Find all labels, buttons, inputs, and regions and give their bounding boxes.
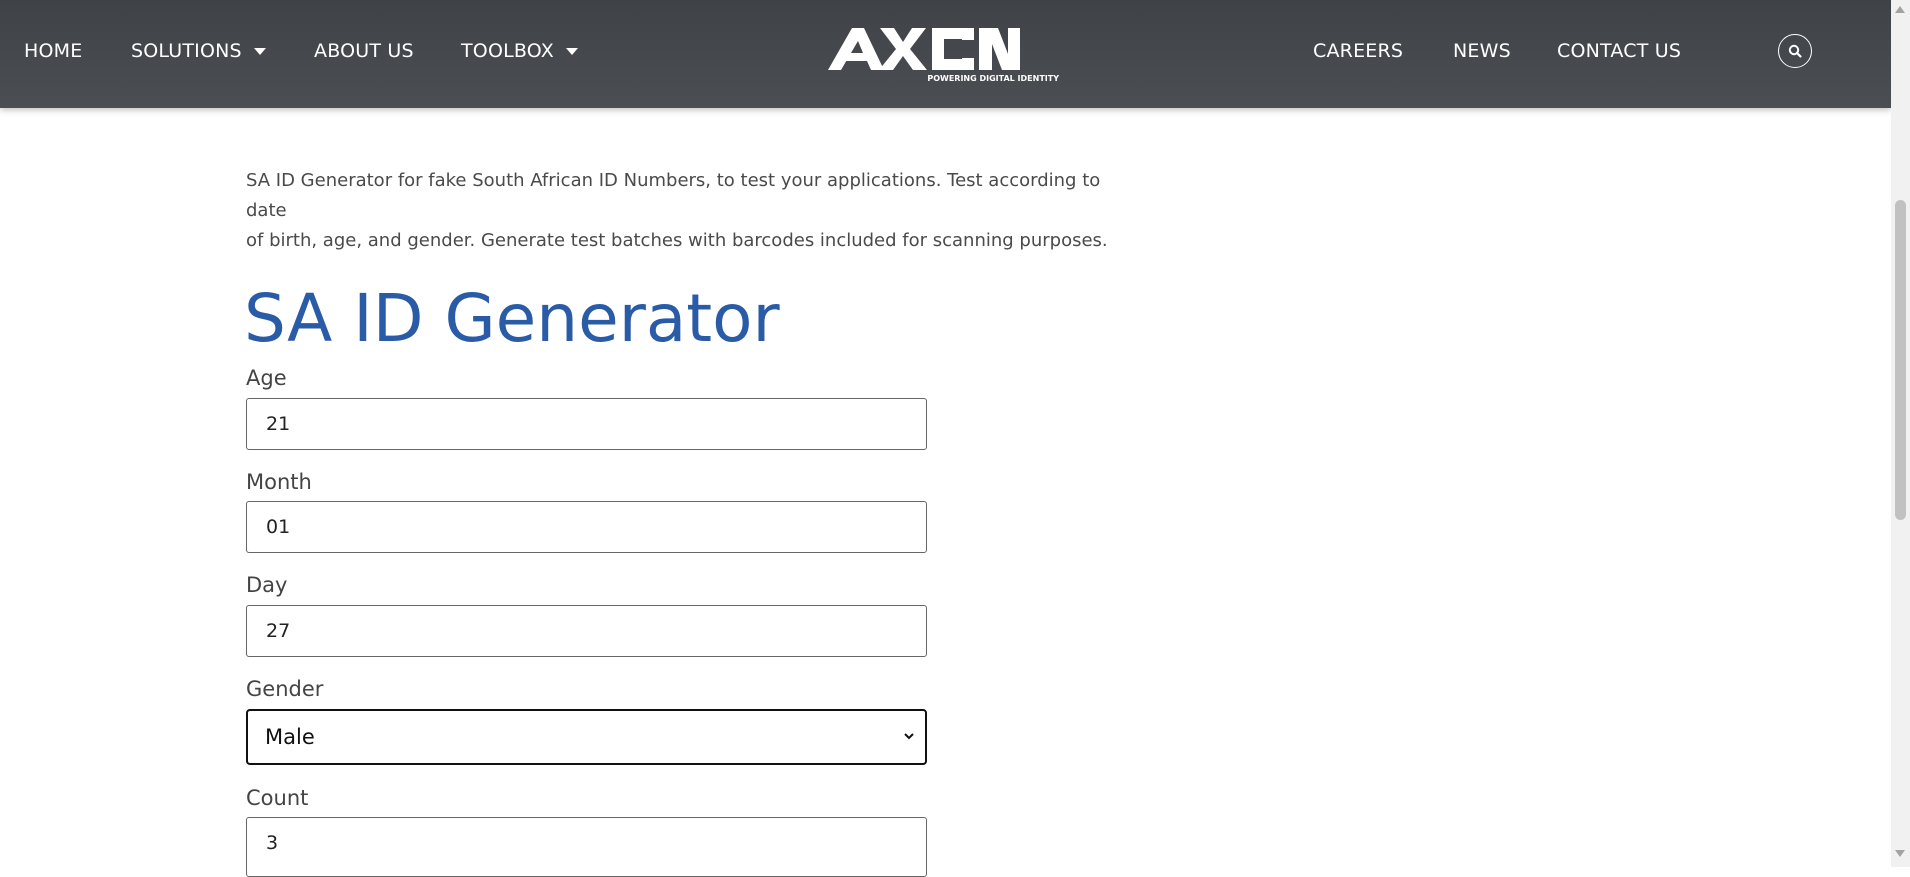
axon-logo-graphic: POWERING DIGITAL IDENTITY [828,28,1059,83]
caret-down-icon [253,47,266,55]
gender-label: Gender [246,677,324,701]
nav-news-label: NEWS [1453,40,1511,62]
nav-careers-label: CAREERS [1313,40,1404,62]
nav-careers[interactable]: CAREERS [1313,40,1403,62]
scroll-thumb[interactable] [1895,200,1906,520]
search-button[interactable] [1778,34,1812,68]
nav-home[interactable]: HOME [24,40,82,62]
month-label: Month [246,470,312,494]
count-value: 3 [266,832,279,854]
gender-value: Male [265,725,315,749]
chevron-down-icon [904,733,914,740]
count-label: Count [246,786,309,810]
nav-solutions[interactable]: SOLUTIONS [131,40,266,62]
month-value: 01 [266,516,291,538]
age-label: Age [246,366,287,390]
day-label: Day [246,573,288,597]
page-title: SA ID Generator [244,280,780,357]
intro-paragraph: SA ID Generator for fake South African I… [246,166,1146,256]
nav-contact-us-label: CONTACT US [1557,40,1682,62]
gender-select[interactable]: Male [246,709,927,765]
nav-toolbox[interactable]: TOOLBOX [461,40,578,62]
nav-toolbox-label: TOOLBOX [461,40,554,62]
caret-down-icon [565,47,578,55]
count-input[interactable]: 3 [246,817,927,877]
age-input[interactable]: 21 [246,398,927,450]
nav-contact-us[interactable]: CONTACT US [1557,40,1681,62]
nav-about-us-label: ABOUT US [314,40,414,62]
scroll-up-icon[interactable] [1895,6,1905,13]
nav-news[interactable]: NEWS [1453,40,1511,62]
intro-line: SA ID Generator for fake South African I… [246,170,1101,221]
month-input[interactable]: 01 [246,501,927,553]
logo-tagline: POWERING DIGITAL IDENTITY [927,74,1059,83]
nav-solutions-label: SOLUTIONS [131,40,242,62]
day-input[interactable]: 27 [246,605,927,657]
search-icon [1788,44,1802,58]
page-scrollbar[interactable] [1891,0,1910,867]
axon-logo[interactable]: POWERING DIGITAL IDENTITY [826,24,1062,84]
scroll-down-icon[interactable] [1895,850,1905,857]
nav-home-label: HOME [24,40,83,62]
nav-about-us[interactable]: ABOUT US [314,40,414,62]
intro-line: of birth, age, and gender. Generate test… [246,230,1108,251]
day-value: 27 [266,620,291,642]
age-value: 21 [266,413,291,435]
site-header: HOME SOLUTIONS ABOUT US TOOLBOX POWERING… [0,0,1891,108]
